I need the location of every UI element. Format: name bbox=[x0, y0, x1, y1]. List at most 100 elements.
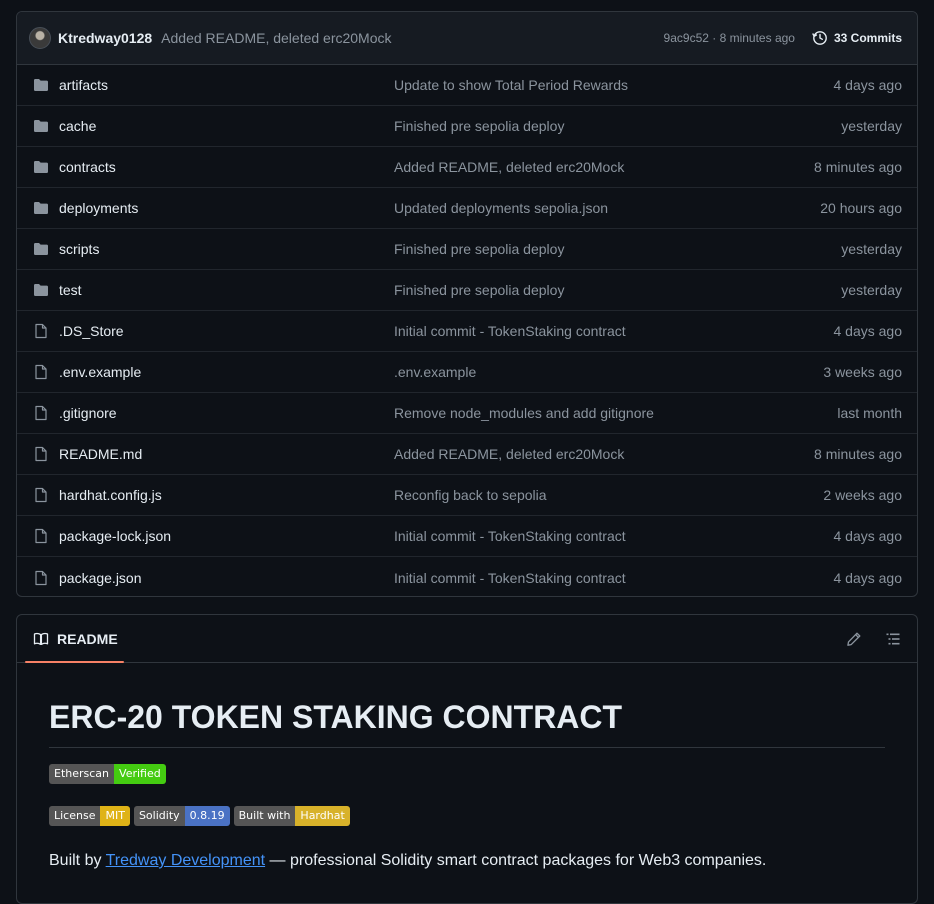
badge-license[interactable]: License MIT bbox=[49, 806, 130, 826]
file-commit-message-link[interactable]: Initial commit - TokenStaking contract bbox=[394, 570, 626, 586]
readme-byline: Built by Tredway Development — professio… bbox=[49, 852, 885, 870]
commit-message-link[interactable]: Added README, deleted erc20Mock bbox=[161, 30, 391, 46]
commit-sha-time[interactable]: 9ac9c52 · 8 minutes ago bbox=[664, 31, 795, 45]
file-name-link[interactable]: package-lock.json bbox=[59, 528, 394, 544]
commits-history-button[interactable]: 33 Commits bbox=[812, 30, 902, 46]
file-commit-message-link[interactable]: Finished pre sepolia deploy bbox=[394, 118, 564, 134]
file-commit-message-link[interactable]: Initial commit - TokenStaking contract bbox=[394, 323, 626, 339]
badge-label: Etherscan bbox=[49, 764, 115, 784]
folder-icon bbox=[33, 200, 49, 216]
file-commit-message-link[interactable]: Added README, deleted erc20Mock bbox=[394, 446, 624, 462]
file-row[interactable]: README.md Added README, deleted erc20Mock… bbox=[17, 434, 917, 475]
file-icon bbox=[33, 487, 49, 503]
tredway-development-link[interactable]: Tredway Development bbox=[106, 852, 265, 869]
file-row[interactable]: artifacts Update to show Total Period Rew… bbox=[17, 65, 917, 106]
file-commit-age: 20 hours ago bbox=[820, 200, 902, 216]
badge-value: MIT bbox=[100, 806, 130, 826]
byline-prefix: Built by bbox=[49, 852, 106, 869]
folder-icon bbox=[33, 118, 49, 134]
file-name-link[interactable]: package.json bbox=[59, 570, 394, 586]
file-browser: Ktredway0128 Added README, deleted erc20… bbox=[16, 11, 918, 597]
tab-readme[interactable]: README bbox=[33, 615, 126, 663]
folder-icon bbox=[33, 77, 49, 93]
file-icon bbox=[33, 323, 49, 339]
readme-panel: README ERC-20 TOKEN STAKING CONTRACT Eth… bbox=[16, 614, 918, 904]
badge-row-verification: Etherscan Verified bbox=[49, 764, 885, 784]
file-commit-message-link[interactable]: Updated deployments sepolia.json bbox=[394, 200, 608, 216]
file-commit-age: 4 days ago bbox=[833, 528, 903, 544]
file-list: artifacts Update to show Total Period Rew… bbox=[17, 65, 917, 596]
file-commit-age: last month bbox=[837, 405, 902, 421]
file-name-link[interactable]: .env.example bbox=[59, 364, 394, 380]
folder-icon bbox=[33, 241, 49, 257]
latest-commit-bar: Ktredway0128 Added README, deleted erc20… bbox=[17, 12, 917, 65]
avatar[interactable] bbox=[29, 27, 51, 49]
file-icon bbox=[33, 570, 49, 586]
file-name-link[interactable]: .gitignore bbox=[59, 405, 394, 421]
book-icon bbox=[33, 632, 49, 645]
file-commit-message-link[interactable]: Finished pre sepolia deploy bbox=[394, 282, 564, 298]
file-icon bbox=[33, 528, 49, 544]
file-row[interactable]: cache Finished pre sepolia deploy yesterda… bbox=[17, 106, 917, 147]
file-row[interactable]: test Finished pre sepolia deploy yesterday bbox=[17, 270, 917, 311]
readme-header: README bbox=[17, 615, 917, 663]
badge-value: Verified bbox=[114, 764, 166, 784]
file-name-link[interactable]: hardhat.config.js bbox=[59, 487, 394, 503]
file-commit-message-link[interactable]: Added README, deleted erc20Mock bbox=[394, 159, 624, 175]
badge-label: Solidity bbox=[133, 806, 185, 826]
file-commit-age: 2 weeks ago bbox=[823, 487, 902, 503]
file-row[interactable]: package.json Initial commit - TokenStakin… bbox=[17, 557, 917, 596]
file-commit-age: 4 days ago bbox=[833, 77, 903, 93]
file-commit-age: yesterday bbox=[841, 118, 902, 134]
file-name-link[interactable]: artifacts bbox=[59, 77, 394, 93]
file-row[interactable]: deployments Updated deployments sepolia.j… bbox=[17, 188, 917, 229]
file-row[interactable]: scripts Finished pre sepolia deploy yester… bbox=[17, 229, 917, 270]
file-commit-age: 3 weeks ago bbox=[823, 364, 902, 380]
file-row[interactable]: .env.example .env.example 3 weeks ago bbox=[17, 352, 917, 393]
folder-icon bbox=[33, 282, 49, 298]
commit-author-link[interactable]: Ktredway0128 bbox=[58, 30, 152, 46]
file-row[interactable]: .DS_Store Initial commit - TokenStaking c… bbox=[17, 311, 917, 352]
file-commit-age: yesterday bbox=[841, 282, 902, 298]
file-name-link[interactable]: contracts bbox=[59, 159, 394, 175]
file-commit-age: 8 minutes ago bbox=[814, 159, 902, 175]
badge-value: 0.8.19 bbox=[184, 806, 230, 826]
file-commit-message-link[interactable]: Update to show Total Period Rewards bbox=[394, 77, 628, 93]
readme-tab-label: README bbox=[57, 630, 118, 647]
active-tab-underline bbox=[25, 661, 124, 663]
byline-suffix: — professional Solidity smart contract p… bbox=[265, 852, 767, 869]
readme-heading: ERC-20 TOKEN STAKING CONTRACT bbox=[49, 699, 885, 748]
file-row[interactable]: .gitignore Remove node_modules and add gi… bbox=[17, 393, 917, 434]
history-icon bbox=[812, 31, 827, 45]
file-commit-message-link[interactable]: Initial commit - TokenStaking contract bbox=[394, 528, 626, 544]
file-commit-age: 4 days ago bbox=[833, 323, 903, 339]
file-commit-message-link[interactable]: Finished pre sepolia deploy bbox=[394, 241, 564, 257]
file-row[interactable]: package-lock.json Initial commit - TokenS… bbox=[17, 516, 917, 557]
file-name-link[interactable]: .DS_Store bbox=[59, 323, 394, 339]
file-commit-message-link[interactable]: Remove node_modules and add gitignore bbox=[394, 405, 654, 421]
file-commit-message-link[interactable]: Reconfig back to sepolia bbox=[394, 487, 547, 503]
badge-row-tech: License MIT Solidity 0.8.19 Built with Hardha… bbox=[49, 806, 885, 826]
file-icon bbox=[33, 446, 49, 462]
file-row[interactable]: hardhat.config.js Reconfig back to sepoli… bbox=[17, 475, 917, 516]
badge-value: Hardhat bbox=[295, 806, 350, 826]
file-name-link[interactable]: deployments bbox=[59, 200, 394, 216]
file-name-link[interactable]: scripts bbox=[59, 241, 394, 257]
badge-label: Built with bbox=[233, 806, 296, 826]
badge-solidity[interactable]: Solidity 0.8.19 bbox=[133, 806, 230, 826]
file-commit-age: 8 minutes ago bbox=[814, 446, 902, 462]
badge-label: License bbox=[49, 806, 101, 826]
file-row[interactable]: contracts Added README, deleted erc20Mock… bbox=[17, 147, 917, 188]
file-commit-message-link[interactable]: .env.example bbox=[394, 364, 476, 380]
edit-pencil-icon[interactable] bbox=[846, 631, 862, 647]
file-name-link[interactable]: test bbox=[59, 282, 394, 298]
readme-content: ERC-20 TOKEN STAKING CONTRACT Etherscan V… bbox=[17, 699, 917, 870]
file-name-link[interactable]: cache bbox=[59, 118, 394, 134]
badge-built-with[interactable]: Built with Hardhat bbox=[233, 806, 350, 826]
badge-etherscan[interactable]: Etherscan Verified bbox=[49, 764, 166, 784]
file-icon bbox=[33, 364, 49, 380]
outline-list-icon[interactable] bbox=[885, 631, 901, 647]
file-name-link[interactable]: README.md bbox=[59, 446, 394, 462]
folder-icon bbox=[33, 159, 49, 175]
commits-count: 33 Commits bbox=[833, 31, 902, 45]
